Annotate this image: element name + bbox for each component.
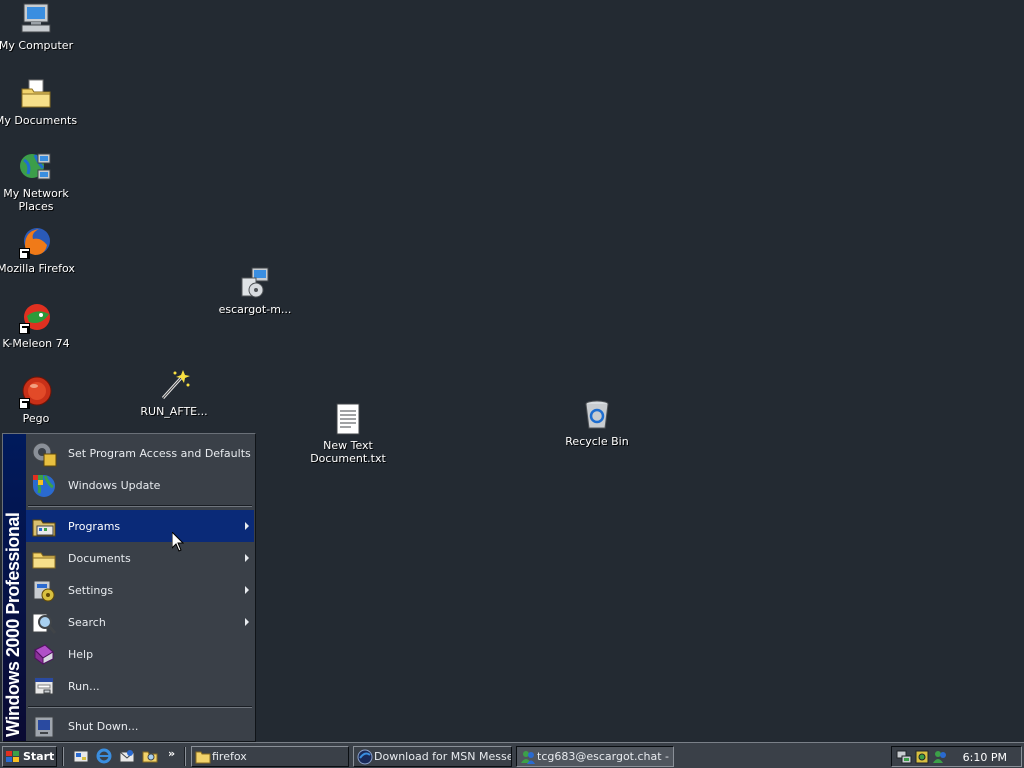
- menu-item-set-program-access[interactable]: Set Program Access and Defaults: [26, 437, 254, 469]
- recycle-bin-icon: [580, 398, 614, 432]
- menu-separator: [28, 505, 252, 507]
- settings-icon: [31, 578, 57, 604]
- menu-separator: [28, 706, 252, 708]
- task-button-download-msn[interactable]: Download for MSN Messe...: [353, 746, 512, 767]
- run-icon: [31, 674, 57, 700]
- desktop-icon-firefox[interactable]: Mozilla Firefox: [0, 225, 75, 275]
- desktop-icon-my-computer[interactable]: My Computer: [0, 2, 74, 52]
- menu-item-run[interactable]: Run...: [26, 670, 254, 702]
- desktop-icon-label: My Documents: [0, 114, 78, 127]
- desktop-icon-new-text-document[interactable]: New Text Document.txt: [310, 402, 386, 465]
- text-document-icon: [331, 402, 365, 436]
- start-menu-items: Set Program Access and Defaults Windows …: [26, 434, 255, 741]
- taskbar-divider: [62, 747, 64, 766]
- help-icon: [31, 642, 57, 668]
- menu-item-label: Programs: [68, 519, 121, 533]
- desktop-icon-recycle-bin[interactable]: Recycle Bin: [559, 398, 635, 448]
- desktop-icon-label: RUN_AFTE...: [140, 405, 208, 418]
- folder-icon: [195, 749, 211, 765]
- internet-explorer-icon[interactable]: [96, 748, 112, 764]
- task-label: Download for MSN Messe...: [374, 750, 512, 763]
- menu-item-documents[interactable]: Documents: [26, 542, 254, 574]
- menu-item-label: Search: [68, 615, 106, 629]
- submenu-arrow-icon: [245, 554, 249, 562]
- network-tray-icon[interactable]: [896, 749, 912, 765]
- desktop-icon-label: Mozilla Firefox: [0, 262, 75, 275]
- quick-launch-more-button[interactable]: »: [168, 747, 175, 760]
- taskbar-divider: [184, 747, 186, 766]
- programs-icon: [31, 514, 57, 540]
- mouse-cursor-icon: [171, 530, 185, 552]
- menu-item-windows-update[interactable]: Windows Update: [26, 469, 254, 501]
- desktop-icon-escargot-installer[interactable]: escargot-m...: [217, 266, 293, 316]
- my-documents-icon: [19, 77, 53, 111]
- desktop-icon-label: Recycle Bin: [565, 435, 629, 448]
- taskbar: Start » firefox Download for MSN Messe..…: [0, 742, 1024, 768]
- menu-item-shut-down[interactable]: Shut Down...: [26, 710, 254, 742]
- desktop-icon-label: My Network Places: [3, 187, 69, 213]
- desktop-icon-label: New Text Document.txt: [310, 439, 386, 465]
- program-access-icon: [31, 441, 57, 467]
- windows-update-icon: [31, 473, 57, 499]
- shortcut-arrow-icon: [19, 323, 30, 334]
- my-computer-icon: [19, 2, 53, 36]
- network-places-icon: [19, 150, 53, 184]
- system-tray: 6:10 PM: [891, 746, 1022, 767]
- desktop-icon-label: escargot-m...: [218, 303, 292, 316]
- menu-item-label: Shut Down...: [68, 719, 139, 733]
- menu-item-help[interactable]: Help: [26, 638, 254, 670]
- outlook-express-icon[interactable]: [119, 748, 135, 764]
- volume-tray-icon[interactable]: [914, 749, 930, 765]
- desktop-icon-run-after[interactable]: RUN_AFTE...: [136, 368, 212, 418]
- browser-icon: [357, 749, 373, 765]
- desktop-icon-label: My Computer: [0, 39, 74, 52]
- desktop-icon-k-meleon[interactable]: K-Meleon 74: [0, 300, 74, 350]
- desktop-icon-pego[interactable]: Pego: [0, 375, 74, 425]
- documents-folder-icon: [31, 546, 57, 572]
- menu-item-settings[interactable]: Settings: [26, 574, 254, 606]
- task-label: firefox: [212, 750, 247, 763]
- menu-item-label: Help: [68, 647, 94, 661]
- desktop-icon-label: Pego: [22, 412, 50, 425]
- messenger-tray-icon[interactable]: [932, 749, 948, 765]
- windows-flag-icon: [6, 750, 20, 763]
- task-button-escargot-chat[interactable]: tcg683@escargot.chat - ...: [516, 746, 674, 767]
- clock[interactable]: 6:10 PM: [963, 751, 1007, 764]
- show-desktop-icon[interactable]: [73, 748, 89, 764]
- firefox-icon: [19, 225, 53, 259]
- desktop-icon-my-documents[interactable]: My Documents: [0, 77, 77, 127]
- messenger-icon: [520, 749, 536, 765]
- menu-item-label: Windows Update: [68, 478, 161, 492]
- installer-icon: [238, 266, 272, 300]
- k-meleon-icon: [19, 300, 53, 334]
- menu-item-label: Settings: [68, 583, 114, 597]
- submenu-arrow-icon: [245, 586, 249, 594]
- start-button[interactable]: Start: [2, 746, 57, 767]
- pego-icon: [19, 375, 53, 409]
- wand-icon: [157, 368, 191, 402]
- task-label: tcg683@escargot.chat - ...: [537, 750, 674, 763]
- submenu-arrow-icon: [245, 618, 249, 626]
- desktop-icon-network-places[interactable]: My Network Places: [0, 150, 74, 213]
- menu-item-label: Documents: [68, 551, 131, 565]
- shortcut-arrow-icon: [19, 398, 30, 409]
- shutdown-icon: [31, 714, 57, 740]
- menu-item-search[interactable]: Search: [26, 606, 254, 638]
- start-label: Start: [23, 750, 55, 763]
- menu-item-programs[interactable]: Programs: [26, 510, 254, 542]
- search-icon: [31, 610, 57, 636]
- explorer-search-icon[interactable]: [142, 748, 158, 764]
- menu-item-label: Run...: [68, 679, 100, 693]
- start-menu-banner: Windows 2000 Professional: [3, 434, 26, 741]
- start-menu: Windows 2000 Professional Set Program Ac…: [2, 433, 256, 742]
- task-button-firefox-folder[interactable]: firefox: [191, 746, 349, 767]
- start-menu-banner-text: Windows 2000 Professional: [3, 512, 23, 737]
- desktop-icon-label: K-Meleon 74: [2, 337, 70, 350]
- submenu-arrow-icon: [245, 522, 249, 530]
- shortcut-arrow-icon: [19, 248, 30, 259]
- menu-item-label: Set Program Access and Defaults: [68, 446, 251, 460]
